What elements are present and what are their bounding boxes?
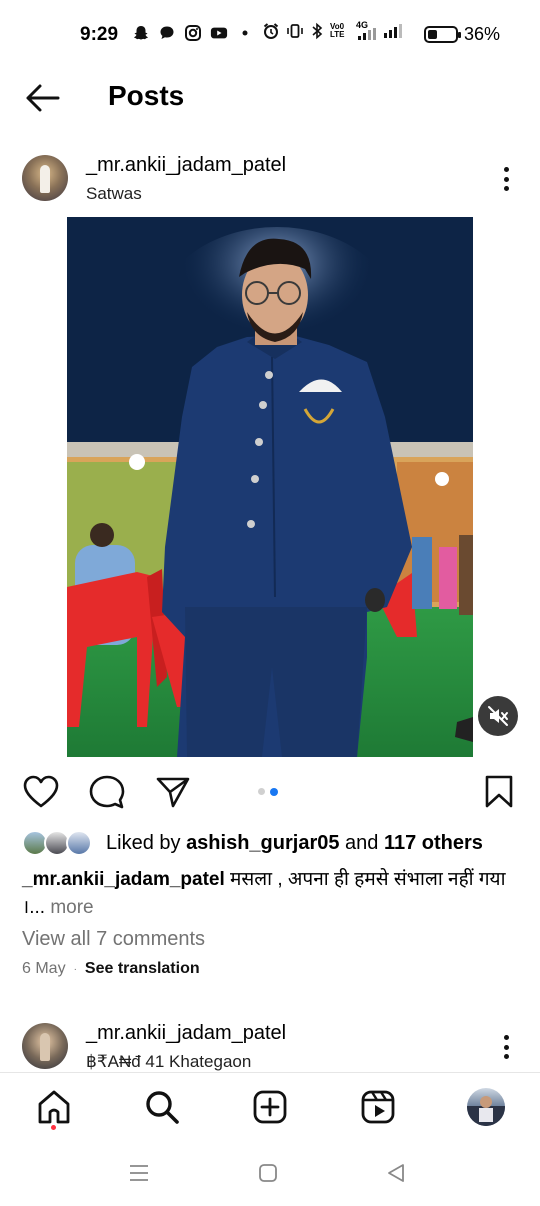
liker-avatars bbox=[22, 830, 96, 858]
likes-prefix: Liked by bbox=[106, 832, 187, 854]
comment-button[interactable] bbox=[88, 774, 126, 810]
comment-bubble-icon bbox=[89, 775, 125, 809]
post-location[interactable]: Satwas bbox=[86, 184, 142, 204]
reels-icon bbox=[361, 1090, 395, 1124]
others-count[interactable]: 117 others bbox=[384, 832, 483, 854]
dot-icon bbox=[236, 24, 254, 42]
save-button[interactable] bbox=[480, 774, 518, 810]
battery-fill bbox=[428, 30, 437, 39]
nav-home[interactable] bbox=[34, 1087, 74, 1127]
back-system-button[interactable] bbox=[384, 1161, 408, 1185]
post-meta: 6 May · See translation bbox=[22, 960, 200, 978]
next-post-header: _mr.ankii_jadam_patel ฿₹A₦đ 41 Khategaon bbox=[0, 1018, 540, 1078]
paper-plane-icon bbox=[156, 777, 190, 808]
nav-reels[interactable] bbox=[358, 1087, 398, 1127]
share-button[interactable] bbox=[154, 774, 192, 810]
bookmark-icon bbox=[485, 775, 513, 808]
liker-avatar bbox=[66, 830, 92, 856]
see-translation-link[interactable]: See translation bbox=[85, 960, 200, 978]
recent-apps-button[interactable] bbox=[127, 1161, 151, 1185]
next-post-username[interactable]: _mr.ankii_jadam_patel bbox=[86, 1022, 286, 1045]
bluetooth-icon bbox=[312, 22, 323, 40]
carousel-dot-active bbox=[270, 787, 278, 796]
search-icon bbox=[146, 1091, 179, 1124]
arrow-left-icon bbox=[26, 84, 60, 112]
bottom-nav bbox=[0, 1073, 540, 1143]
heart-icon bbox=[23, 775, 59, 808]
home-icon bbox=[38, 1090, 70, 1124]
vibrate-icon bbox=[287, 24, 303, 38]
home-system-button[interactable] bbox=[256, 1161, 280, 1185]
more-options-button[interactable] bbox=[494, 164, 518, 194]
notification-icons bbox=[132, 24, 254, 42]
post-caption: _mr.ankii_jadam_patel मसला , अपना ही हमस… bbox=[22, 866, 512, 922]
volte-label: Vo0 LTE bbox=[330, 22, 345, 39]
post-header: _mr.ankii_jadam_patel Satwas bbox=[0, 150, 540, 210]
likes-text: Liked by ashish_gurjar05 and 117 others bbox=[106, 832, 483, 855]
signal-icon bbox=[384, 24, 402, 38]
mute-button[interactable] bbox=[478, 696, 518, 736]
nav-profile[interactable] bbox=[466, 1087, 506, 1127]
plus-square-icon bbox=[253, 1090, 287, 1124]
author-avatar[interactable] bbox=[22, 155, 68, 201]
chat-icon bbox=[158, 24, 176, 42]
post-photo-illustration bbox=[67, 217, 473, 757]
nav-create[interactable] bbox=[250, 1087, 290, 1127]
nav-search[interactable] bbox=[142, 1087, 182, 1127]
back-button[interactable] bbox=[22, 80, 62, 116]
likes-middle: and bbox=[339, 832, 384, 854]
post-username[interactable]: _mr.ankii_jadam_patel bbox=[86, 154, 286, 177]
battery-icon bbox=[424, 26, 461, 43]
view-comments-link[interactable]: View all 7 comments bbox=[22, 928, 205, 951]
page-title: Posts bbox=[108, 80, 185, 111]
home-notification-dot bbox=[51, 1125, 56, 1130]
meta-separator: · bbox=[73, 963, 77, 975]
youtube-icon bbox=[210, 24, 228, 42]
status-time: 9:29 bbox=[80, 24, 119, 45]
network-label: 4G bbox=[356, 20, 378, 40]
profile-avatar bbox=[467, 1088, 505, 1126]
square-icon bbox=[259, 1164, 277, 1182]
post-image[interactable] bbox=[67, 217, 473, 757]
likes-row[interactable]: Liked by ashish_gurjar05 and 117 others bbox=[22, 828, 522, 860]
carousel-indicator bbox=[258, 787, 278, 796]
triangle-back-icon bbox=[388, 1164, 404, 1182]
top-liker-username[interactable]: ashish_gurjar05 bbox=[186, 832, 339, 854]
menu-lines-icon bbox=[130, 1165, 148, 1181]
like-button[interactable] bbox=[22, 774, 60, 810]
muted-speaker-icon bbox=[488, 706, 508, 726]
snapchat-icon bbox=[132, 24, 150, 42]
caption-username[interactable]: _mr.ankii_jadam_patel bbox=[22, 869, 225, 890]
system-status-icons: Vo0 LTE 4G bbox=[262, 20, 402, 40]
next-post-location[interactable]: ฿₹A₦đ 41 Khategaon bbox=[86, 1052, 251, 1072]
next-author-avatar[interactable] bbox=[22, 1023, 68, 1069]
instagram-icon bbox=[184, 24, 202, 42]
post-date: 6 May bbox=[22, 960, 66, 977]
post-actions bbox=[0, 770, 540, 814]
page-header: Posts bbox=[0, 66, 540, 128]
alarm-icon bbox=[263, 23, 279, 39]
carousel-dot bbox=[258, 788, 265, 795]
next-more-options-button[interactable] bbox=[494, 1032, 518, 1062]
caption-more-link[interactable]: more bbox=[45, 897, 93, 918]
system-nav bbox=[0, 1143, 540, 1206]
status-bar: 9:29 Vo0 LTE 4G 36% bbox=[0, 0, 540, 66]
battery-percent: 36% bbox=[464, 24, 501, 44]
